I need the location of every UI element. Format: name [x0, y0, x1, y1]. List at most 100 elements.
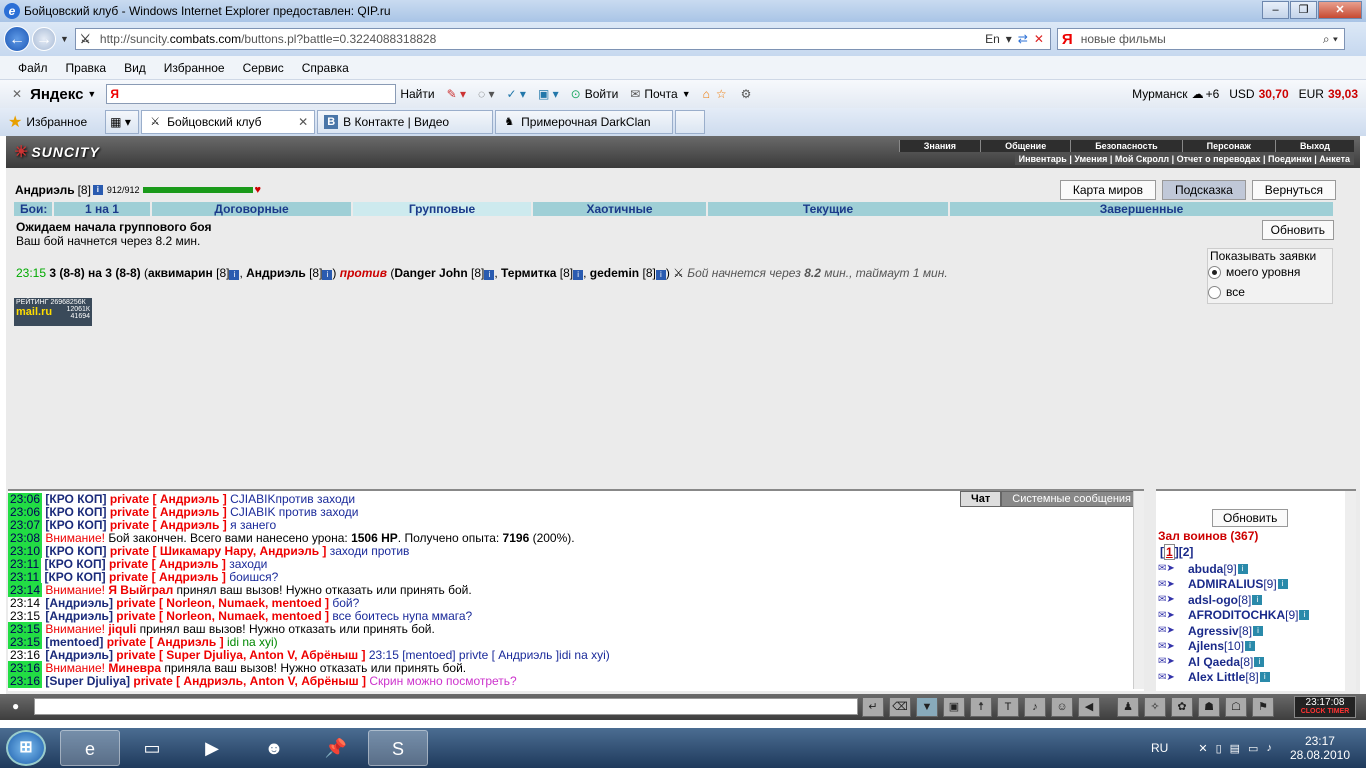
add-bookmark-icon[interactable]: ☆: [716, 87, 727, 101]
tool4-icon[interactable]: ☗: [1198, 697, 1220, 717]
taskbar-skype-icon[interactable]: S: [368, 730, 428, 766]
player-row[interactable]: ✉➤ AFRODITOCHKA [9] i: [1158, 608, 1310, 624]
tab-negotiated[interactable]: Договорные: [152, 202, 353, 216]
taskbar-pin-icon[interactable]: 📌: [306, 730, 366, 766]
msg-nick[interactable]: [КРО КОП]: [45, 544, 106, 558]
msg-private[interactable]: private [ Super Djuliya, Anton V, Абрёны…: [116, 648, 365, 662]
city-label[interactable]: Мурманск: [1132, 87, 1187, 101]
msg-time[interactable]: 23:16: [8, 648, 42, 662]
msg-time[interactable]: 23:15: [8, 622, 43, 636]
translit-icon[interactable]: T: [997, 697, 1019, 717]
display-icon[interactable]: ▭: [1248, 742, 1258, 755]
yandex-search-input[interactable]: Я: [106, 84, 397, 104]
maximize-button[interactable]: ❐: [1290, 1, 1317, 19]
walk-icon[interactable]: ☨: [970, 697, 992, 717]
msg-time[interactable]: 23:15: [8, 609, 42, 623]
tab-current[interactable]: Текущие: [708, 202, 950, 216]
player-name[interactable]: adsl-ogo: [1188, 593, 1238, 607]
tool3-icon[interactable]: ✿: [1171, 697, 1193, 717]
msg-time[interactable]: 23:10: [8, 544, 43, 558]
chat-speaker-icon[interactable]: ◀: [1078, 697, 1100, 717]
yandex-logo[interactable]: Яндекс: [30, 86, 83, 103]
info-icon[interactable]: i: [1253, 625, 1264, 636]
refresh-icon[interactable]: ⇄: [1018, 32, 1028, 46]
nav-character[interactable]: Персонаж: [1181, 140, 1275, 152]
refresh-button[interactable]: Обновить: [1261, 220, 1334, 240]
info-icon[interactable]: i: [1237, 563, 1248, 574]
close-toolbar-icon[interactable]: ✕: [12, 87, 22, 101]
mail-icon[interactable]: ✉: [630, 87, 640, 101]
player-row[interactable]: ✉➤ Alex Little [8] i: [1158, 670, 1309, 686]
new-tab-button[interactable]: [675, 110, 706, 134]
login-icon[interactable]: ⊙: [571, 87, 581, 101]
player-link[interactable]: аквимарин: [148, 266, 213, 280]
tab-system-messages[interactable]: Системные сообщения: [1001, 491, 1142, 507]
translate-icon[interactable]: ▣ ▾: [538, 87, 559, 101]
stop-icon[interactable]: ✕: [1034, 32, 1044, 46]
taskbar-qip-icon[interactable]: ☻: [244, 730, 304, 766]
search-icon[interactable]: ⌕ ▾: [1323, 32, 1338, 47]
msg-time[interactable]: 23:16: [8, 661, 43, 675]
info-icon[interactable]: i: [322, 270, 333, 280]
start-button[interactable]: ⊞: [6, 730, 46, 766]
chat-input[interactable]: [34, 698, 858, 715]
back-button[interactable]: ←: [4, 26, 30, 52]
hero-name[interactable]: Андриэль: [15, 183, 75, 197]
taskbar-ie-icon[interactable]: e: [60, 730, 120, 766]
info-icon[interactable]: i: [1277, 579, 1288, 590]
volume-icon[interactable]: ♪: [1266, 742, 1272, 754]
usd-rate[interactable]: 30,70: [1259, 87, 1289, 101]
bookmarks-icon[interactable]: ⌂: [703, 87, 710, 101]
info-icon[interactable]: i: [484, 270, 495, 280]
send-icon[interactable]: ↵: [862, 697, 884, 717]
pen-icon[interactable]: ✎ ▾: [447, 87, 466, 101]
msg-player[interactable]: jiquli: [108, 622, 136, 636]
login-button[interactable]: Войти: [585, 87, 619, 101]
page-current[interactable]: 1: [1164, 544, 1175, 560]
url-field[interactable]: ⚔ http://suncity.combats.com/buttons.pl?…: [74, 28, 1051, 50]
player-name[interactable]: abuda: [1188, 562, 1223, 576]
info-icon[interactable]: i: [1252, 594, 1263, 605]
player-name[interactable]: Alex Little: [1188, 670, 1245, 684]
forward-button[interactable]: →: [32, 27, 56, 51]
msg-private[interactable]: private [ Андриэль ]: [109, 557, 226, 571]
info-icon[interactable]: i: [229, 270, 240, 280]
msg-time[interactable]: 23:11: [8, 570, 42, 584]
info-icon[interactable]: i: [573, 270, 584, 280]
msg-nick[interactable]: [Super Djuliya]: [45, 674, 130, 688]
info-icon[interactable]: i: [1245, 641, 1256, 652]
device-icon[interactable]: ▯: [1216, 742, 1222, 755]
private-msg-icon[interactable]: ✉➤: [1158, 610, 1178, 621]
tray-icon[interactable]: ▤: [1230, 742, 1240, 755]
favorites-star-icon[interactable]: ★: [8, 112, 22, 132]
msg-player[interactable]: Миневра: [108, 661, 161, 675]
msg-time[interactable]: 23:14: [8, 596, 42, 610]
msg-private[interactable]: private [ Norleon, Numaek, mentoed ]: [116, 609, 329, 623]
nav-security[interactable]: Безопасность: [1070, 140, 1181, 152]
info-icon[interactable]: i: [655, 270, 666, 280]
menu-view[interactable]: Вид: [124, 61, 146, 75]
private-msg-icon[interactable]: ✉➤: [1158, 672, 1178, 683]
comment-icon[interactable]: ◌ ▾: [478, 87, 495, 101]
menu-edit[interactable]: Правка: [66, 61, 107, 75]
msg-time[interactable]: 23:11: [8, 557, 42, 571]
smiles-icon[interactable]: ☺: [1051, 697, 1073, 717]
tab-finished[interactable]: Завершенные: [950, 202, 1333, 216]
mail-button[interactable]: Почта: [644, 87, 677, 101]
tool6-icon[interactable]: ⚑: [1252, 697, 1274, 717]
history-dropdown-icon[interactable]: ▼: [60, 34, 69, 44]
msg-private[interactable]: private [ Андриэль ]: [110, 505, 227, 519]
msg-player[interactable]: Я Выйграл: [108, 583, 173, 597]
eur-rate[interactable]: 39,03: [1328, 87, 1358, 101]
private-msg-icon[interactable]: ✉➤: [1158, 579, 1178, 590]
msg-time[interactable]: 23:15: [8, 635, 43, 649]
player-row[interactable]: ✉➤ Ajlens [10] i: [1158, 639, 1309, 655]
chat-scrollbar[interactable]: [1133, 491, 1144, 689]
hint-button[interactable]: Подсказка: [1161, 180, 1246, 200]
mailru-counter[interactable]: РЕЙТИНГ 26968256К mail.ru 12061К 41694: [14, 298, 92, 326]
close-button[interactable]: ✕: [1318, 1, 1362, 19]
private-msg-icon[interactable]: ✉➤: [1158, 563, 1178, 574]
player-link[interactable]: gedemin: [590, 266, 639, 280]
mail-dropdown-icon[interactable]: ▼: [682, 89, 691, 99]
taskbar-media-icon[interactable]: ▶: [182, 730, 242, 766]
